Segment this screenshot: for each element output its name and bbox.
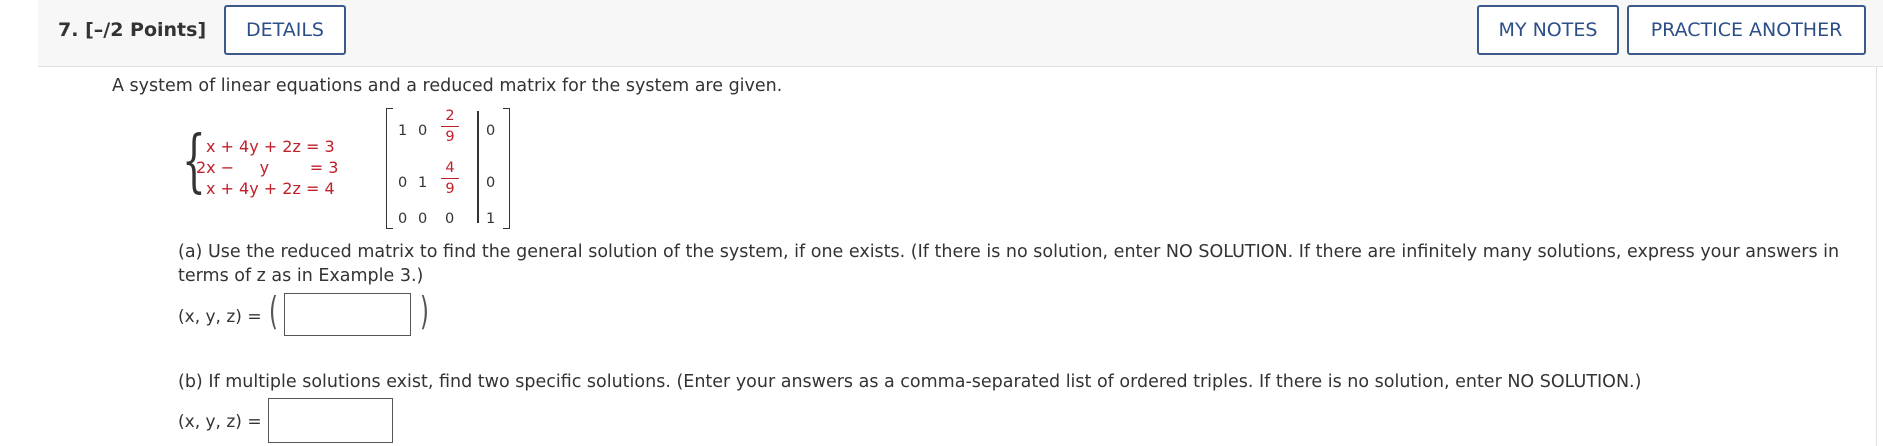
- equation-1-rhs: 3: [324, 137, 335, 156]
- open-paren: (: [268, 289, 278, 333]
- close-paren: ): [419, 289, 429, 333]
- matrix-r1c3-denominator: 9: [445, 129, 455, 146]
- my-notes-button[interactable]: MY NOTES: [1477, 5, 1619, 55]
- intro-text: A system of linear equations and a reduc…: [112, 76, 783, 96]
- question-points: [–/2 Points]: [85, 19, 207, 41]
- matrix-r2c1: 0: [398, 175, 408, 191]
- part-a-answer-input[interactable]: [284, 293, 411, 336]
- part-a-instructions: (a) Use the reduced matrix to find the g…: [178, 242, 1840, 286]
- practice-another-button[interactable]: PRACTICE ANOTHER: [1627, 5, 1866, 55]
- fraction-bar: [441, 178, 459, 180]
- question-number: 7. [–/2 Points]: [58, 19, 206, 41]
- matrix-r2c4: 0: [486, 175, 496, 191]
- matrix-r1c3: 2 9: [441, 108, 459, 145]
- fraction-bar: [441, 126, 459, 128]
- equation-2-lhs: 2x − y =: [196, 158, 329, 177]
- matrix-r1c3-numerator: 2: [445, 108, 455, 124]
- matrix-r1c1: 1: [398, 123, 408, 139]
- matrix-r1c2: 0: [418, 123, 428, 139]
- content-border: [1876, 66, 1877, 446]
- part-b-label: (x, y, z) =: [178, 412, 262, 432]
- matrix-r2c3-denominator: 9: [445, 181, 455, 198]
- details-button[interactable]: DETAILS: [224, 5, 346, 55]
- augment-divider: [477, 111, 479, 223]
- matrix-r2c3-numerator: 4: [445, 160, 455, 176]
- matrix-r3c3: 0: [445, 211, 455, 227]
- equation-3-lhs: x + 4y + 2z =: [206, 179, 325, 198]
- matrix-r3c1: 0: [398, 211, 408, 227]
- equation-1: x + 4y + 2z = 3: [206, 137, 335, 156]
- matrix-left-bracket: [386, 108, 393, 229]
- matrix-r3c2: 0: [418, 211, 428, 227]
- part-b-instructions: (b) If multiple solutions exist, find tw…: [178, 372, 1642, 392]
- part-b-answer-input[interactable]: [268, 398, 393, 443]
- part-a-label: (x, y, z) =: [178, 307, 262, 327]
- equation-3: x + 4y + 2z = 4: [206, 179, 335, 198]
- matrix-r1c4: 0: [486, 123, 496, 139]
- matrix-r2c2: 1: [418, 175, 428, 191]
- equation-2: 2x − y = 3: [196, 158, 338, 177]
- matrix-r2c3: 4 9: [441, 160, 459, 197]
- equation-2-rhs: 3: [328, 158, 339, 177]
- matrix-r3c4: 1: [486, 211, 496, 227]
- equation-3-rhs: 4: [324, 179, 335, 198]
- equation-1-lhs: x + 4y + 2z =: [206, 137, 325, 156]
- question-index: 7.: [58, 19, 79, 41]
- matrix-right-bracket: [503, 108, 510, 229]
